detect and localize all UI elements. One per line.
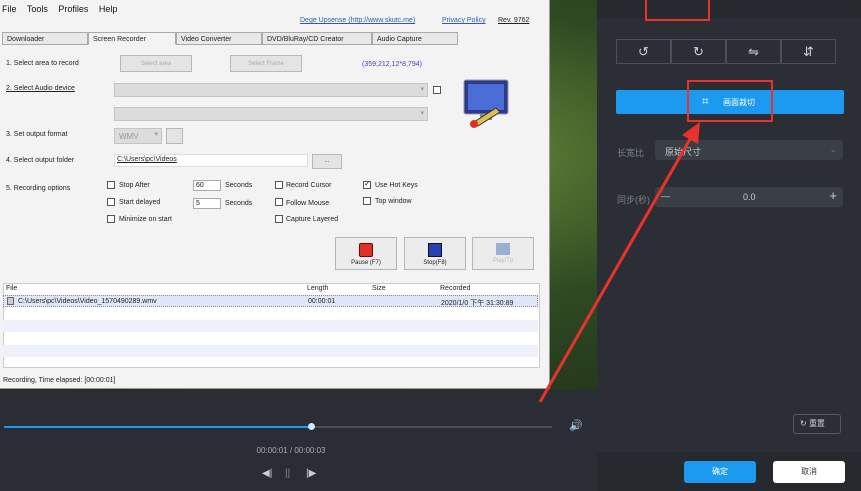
annotation-arrow	[538, 122, 700, 403]
